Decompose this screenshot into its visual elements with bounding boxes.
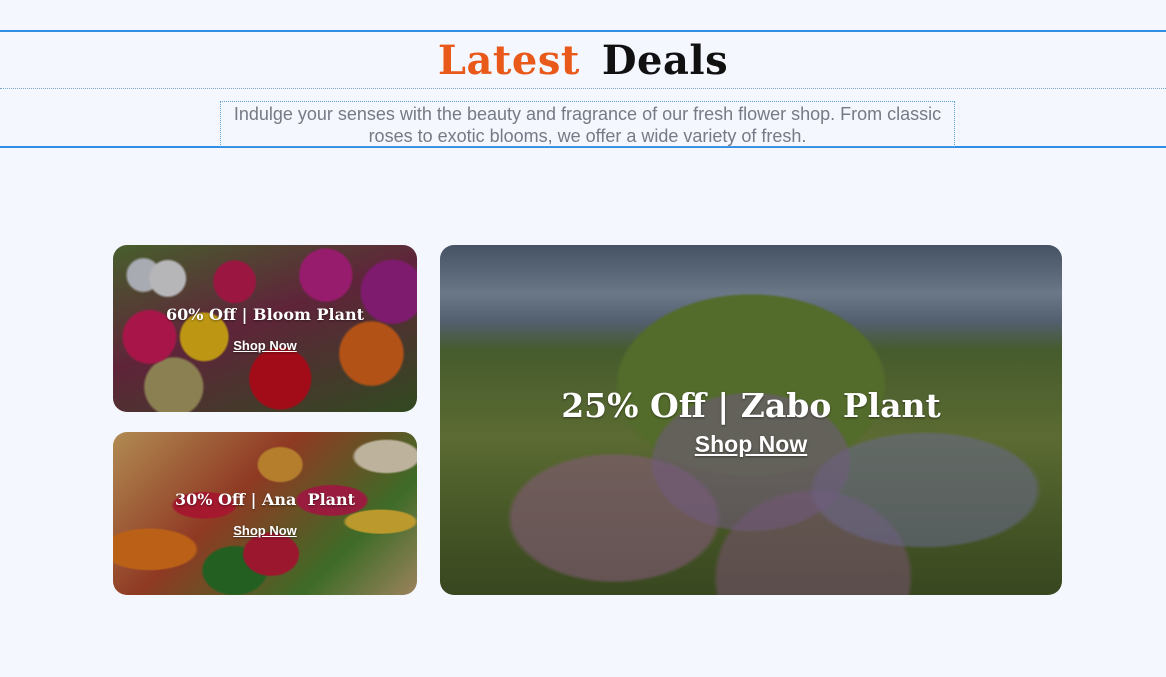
section-title: Latest Deals — [438, 41, 728, 81]
deal-headline: 60% Off | Bloom Plant — [165, 304, 364, 324]
card-image-overlay — [113, 245, 417, 412]
title-row: Latest Deals — [0, 32, 1166, 89]
deal-card-zabo-plant[interactable]: 25% Off | Zabo Plant Shop Now — [440, 245, 1062, 595]
section-subtitle: Indulge your senses with the beauty and … — [220, 101, 955, 147]
card-image-overlay — [113, 432, 417, 595]
shop-now-link[interactable]: Shop Now — [695, 431, 807, 458]
deal-card-bloom-plant[interactable]: 60% Off | Bloom Plant Shop Now — [113, 245, 417, 412]
deal-card-ana-plant[interactable]: 30% Off | Ana Plant Shop Now — [113, 432, 417, 595]
deal-headline: 30% Off | Ana Plant — [174, 489, 356, 509]
deals-header: Latest Deals Indulge your senses with the… — [0, 30, 1166, 148]
shop-now-link[interactable]: Shop Now — [233, 523, 297, 538]
title-accent: Latest — [437, 37, 580, 84]
shop-now-link[interactable]: Shop Now — [233, 338, 297, 353]
title-rest: Deals — [601, 37, 729, 84]
deal-headline: 25% Off | Zabo Plant — [561, 386, 941, 425]
